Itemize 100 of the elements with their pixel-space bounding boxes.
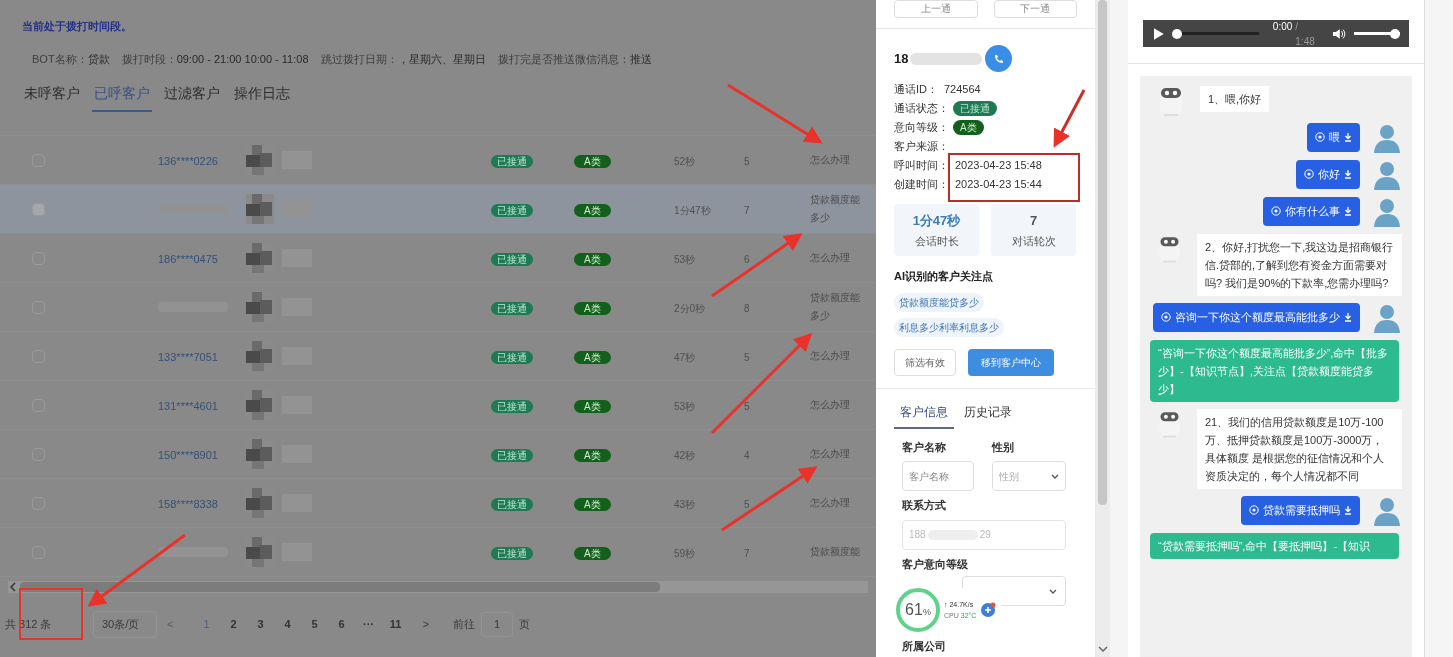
duration-text: / 1:48 — [1295, 19, 1316, 49]
stat-label: 对话轮次 — [1011, 233, 1056, 249]
level-badge: A类 — [574, 449, 611, 462]
nav-button[interactable]: 上一通 — [894, 0, 978, 18]
prev-page-button[interactable]: < — [167, 616, 193, 633]
target-icon — [1315, 132, 1325, 143]
level-badge: A类 — [574, 547, 611, 560]
field-label: 创建时间： — [894, 177, 949, 192]
goto-unit: 页 — [519, 617, 530, 632]
page-size-select[interactable]: 30条/页 — [93, 611, 157, 638]
nav-button[interactable]: 下一通 — [993, 0, 1077, 18]
focus-tag: 利息多少利率利息多少 — [894, 317, 1004, 337]
volume-slider[interactable] — [1354, 27, 1399, 40]
page-button[interactable]: 3 — [247, 616, 274, 633]
info-label: 拨打完是否推送微信消息： — [497, 51, 630, 67]
field-value: 2023-04-23 15:48 — [955, 158, 1042, 173]
field-label: 呼叫时间： — [894, 158, 949, 173]
page-button[interactable]: 6 — [328, 616, 355, 633]
status-badge: 已接通 — [491, 302, 533, 315]
user-message: 贷款需要抵押吗 — [1241, 496, 1360, 525]
page-button[interactable]: 5 — [301, 616, 328, 633]
download-icon — [1344, 206, 1352, 216]
call-button[interactable] — [985, 45, 1013, 72]
slider-thumb[interactable] — [1390, 28, 1401, 39]
target-icon — [1271, 206, 1281, 217]
level-badge: A类 — [953, 120, 984, 135]
tab[interactable]: 操作日志 — [232, 83, 292, 112]
input-field[interactable]: 客户名称 — [902, 461, 974, 491]
status-badge: 已接通 — [491, 155, 533, 168]
info-label: 拨打时段： — [121, 51, 177, 67]
tab[interactable]: 未呼客户 — [22, 83, 82, 112]
field-value: 2023-04-23 15:44 — [955, 177, 1042, 192]
level-badge: A类 — [574, 302, 611, 315]
field-label: 通话ID： — [894, 82, 938, 97]
tab[interactable]: 历史记录 — [964, 402, 1012, 429]
phone-link[interactable]: 150****8901 — [158, 449, 218, 461]
form-label: 性别 — [992, 439, 1014, 455]
scrollbar-thumb[interactable] — [20, 582, 660, 592]
play-icon — [1153, 27, 1164, 40]
slider-thumb[interactable] — [1171, 28, 1182, 39]
action-button[interactable]: 筛选有效 — [894, 348, 956, 376]
action-button[interactable]: 移到客户中心 — [968, 348, 1054, 376]
info-value: 贷款 — [87, 51, 110, 67]
phone-link[interactable]: 158****8338 — [158, 498, 218, 510]
status-badge: 已接通 — [491, 449, 533, 462]
page-input[interactable]: 1 — [481, 612, 513, 637]
page-button[interactable]: ··· — [355, 616, 382, 633]
status-badge: 已接通 — [953, 101, 997, 116]
rounds-text: 4 — [744, 450, 750, 461]
field-label: 通话状态： — [894, 101, 949, 116]
phone-link[interactable]: 133****7051 — [158, 351, 218, 363]
user-avatar-icon — [1372, 303, 1402, 333]
phone-icon — [992, 52, 1005, 65]
volume-icon — [1332, 27, 1347, 40]
plus-badge-icon — [980, 602, 997, 618]
page-button[interactable]: 4 — [274, 616, 301, 633]
focus-text: 贷款额度能 — [810, 193, 861, 207]
info-label: BOT名称： — [32, 51, 88, 67]
input-field[interactable]: 188 29 — [902, 519, 1066, 550]
tab[interactable]: 过滤客户 — [162, 83, 222, 112]
select-field[interactable]: 性别 — [992, 461, 1066, 491]
page-button[interactable]: 1 — [193, 616, 220, 633]
page-button[interactable]: 11 — [382, 616, 409, 633]
level-badge: A类 — [574, 400, 611, 413]
selected-row[interactable]: 已接通 A类 1分47秒 7 贷款额度能 多少 — [0, 185, 876, 234]
status-badge: 已接通 — [491, 498, 533, 511]
phone-link[interactable]: 136****0226 — [158, 155, 218, 167]
stat-label: 会话时长 — [914, 233, 959, 249]
field-value: 724564 — [944, 82, 981, 97]
phone-link[interactable]: 186****0475 — [158, 253, 218, 265]
phone-link[interactable]: 131****4601 — [158, 400, 218, 412]
target-icon — [1304, 169, 1314, 180]
notice-text: 当前处于拨打时间段。 — [22, 19, 132, 34]
duration-text: 1分47秒 — [674, 205, 711, 216]
form-label: 客户名称 — [902, 439, 947, 455]
download-icon — [1344, 132, 1352, 142]
user-message: 你有什么事 — [1263, 197, 1360, 226]
level-badge: A类 — [574, 204, 611, 217]
next-page-button[interactable]: > — [413, 616, 439, 633]
user-message: 咨询一下你这个额度最高能批多少 — [1153, 303, 1360, 332]
form-label: 联系方式 — [902, 498, 947, 513]
chevron-down-icon — [1051, 473, 1059, 479]
hit-message: “贷款需要抵押吗”,命中【要抵押吗】-【知识 — [1150, 533, 1399, 559]
gauge-value: 61% — [905, 600, 931, 620]
bot-message: 21、我们的信用贷款额度是10万-100万、抵押贷款额度是100万-3000万，具体额度 是根据您的征信情况和个人资质决定的，每个人情况都不同 — [1197, 409, 1402, 489]
rounds-text: 7 — [744, 205, 750, 216]
scrollbar-thumb[interactable] — [1098, 0, 1107, 505]
user-message: 你好 — [1296, 160, 1360, 189]
section-title: AI识别的客户关注点 — [894, 269, 994, 284]
tab[interactable]: 已呼客户 — [92, 83, 152, 112]
page-button[interactable]: 2 — [220, 616, 247, 633]
chevron-down-icon[interactable] — [1097, 645, 1108, 653]
chevron-left-icon — [10, 582, 16, 592]
progress-slider[interactable] — [1171, 27, 1259, 40]
redacted-text — [158, 547, 228, 557]
stat-value: 7 — [1029, 212, 1038, 230]
info-value: 推送 — [629, 51, 652, 67]
download-icon — [1344, 505, 1352, 515]
tab[interactable]: 客户信息 — [894, 402, 954, 429]
level-badge: A类 — [574, 253, 611, 266]
